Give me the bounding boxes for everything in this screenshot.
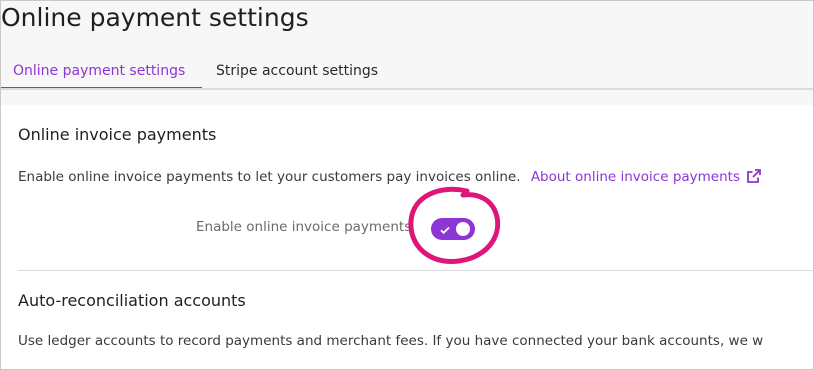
about-link-label: About online invoice payments — [530, 169, 740, 185]
tab-stripe-account-settings[interactable]: Stripe account settings — [216, 59, 378, 89]
tab-online-payment-settings[interactable]: Online payment settings — [1, 59, 202, 89]
page-title: Online payment settings — [1, 3, 309, 32]
section-divider — [18, 270, 813, 271]
enable-online-payments-toggle[interactable] — [431, 218, 475, 240]
auto-reconciliation-description: Use ledger accounts to record payments a… — [18, 333, 764, 349]
tab-bar: Online payment settings Stripe account s… — [1, 59, 813, 89]
app-frame: Online payment settings Online payment s… — [0, 0, 814, 370]
online-invoice-description: Enable online invoice payments to let yo… — [18, 169, 521, 185]
enable-online-payments-label: Enable online invoice payments — [196, 219, 412, 235]
check-icon — [438, 222, 452, 241]
tab-divider — [1, 88, 813, 90]
external-link-icon — [746, 168, 762, 188]
about-online-invoice-payments-link[interactable]: About online invoice payments — [531, 169, 762, 185]
online-invoice-description-row: Enable online invoice payments to let yo… — [18, 168, 762, 188]
settings-card: Online invoice payments Enable online in… — [1, 105, 813, 369]
toggle-knob — [456, 222, 470, 236]
auto-reconciliation-title: Auto-reconciliation accounts — [18, 291, 246, 310]
online-invoice-title: Online invoice payments — [18, 125, 217, 144]
